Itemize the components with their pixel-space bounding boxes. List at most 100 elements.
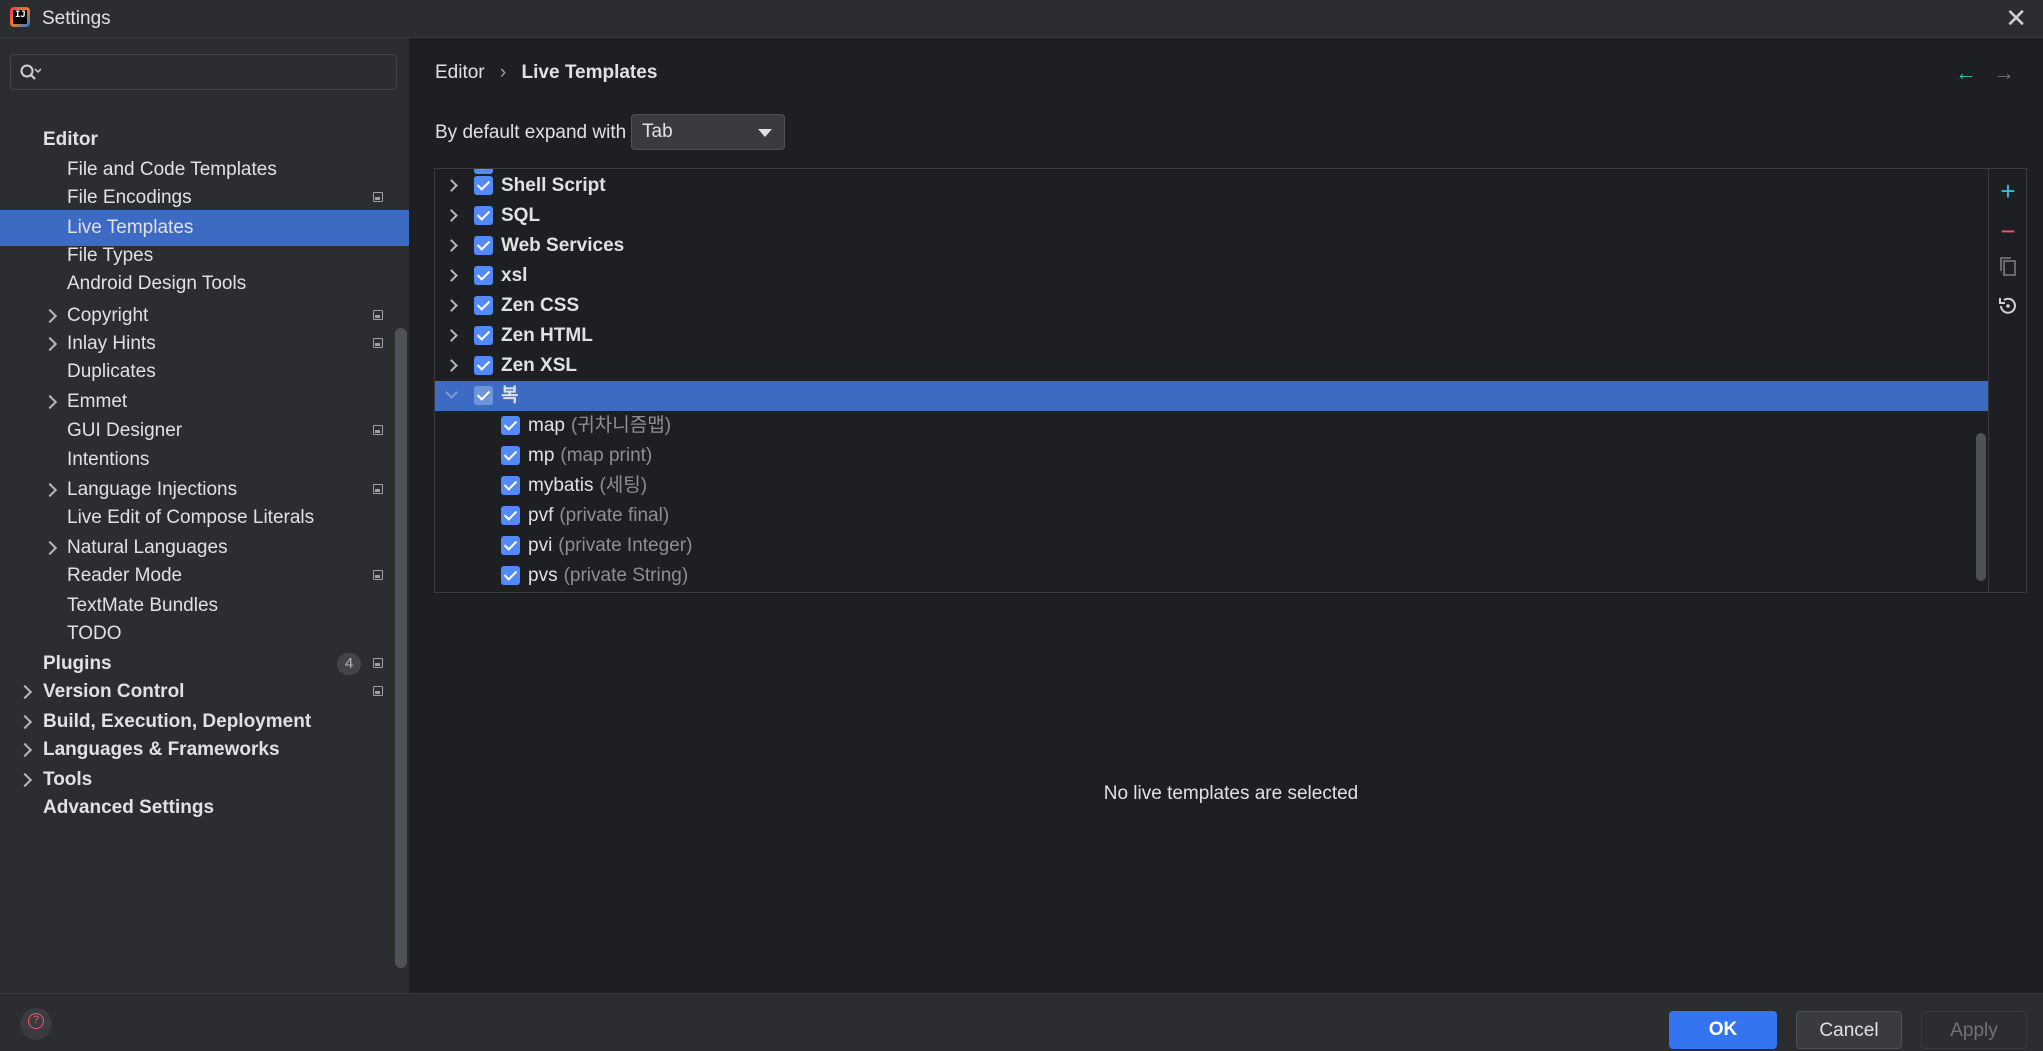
title-bar: IJ Settings ✕ <box>0 0 2043 38</box>
search-icon <box>20 64 41 80</box>
copy-icon[interactable] <box>1996 255 2020 279</box>
template-item-row[interactable]: pvs (private String) <box>435 561 1988 591</box>
template-abbreviation: pvs <box>528 565 558 586</box>
add-icon[interactable]: + <box>1996 178 2020 204</box>
group-checkbox[interactable] <box>474 296 493 315</box>
group-checkbox[interactable] <box>474 326 493 345</box>
chevron-down-icon[interactable] <box>445 386 458 399</box>
template-label: pvi (private Integer) <box>528 531 692 561</box>
dialog-footer: OK Cancel Apply <box>0 993 2043 1051</box>
template-group-row[interactable]: Zen CSS <box>435 291 1988 321</box>
remove-icon[interactable]: − <box>1996 218 2020 244</box>
group-checkbox[interactable] <box>474 266 493 285</box>
template-abbreviation: mybatis <box>528 475 594 496</box>
template-group-name: Zen HTML <box>501 325 593 346</box>
template-description: (세팅) <box>599 475 648 496</box>
template-checkbox[interactable] <box>501 446 520 465</box>
template-checkbox[interactable] <box>501 536 520 555</box>
template-abbreviation: map <box>528 415 565 436</box>
template-group-row[interactable]: Zen HTML <box>435 321 1988 351</box>
live-templates-tree: Shell Script SQL Web Services xsl Zen CSS Zen… <box>434 168 1989 593</box>
group-checkbox[interactable] <box>474 176 493 195</box>
template-checkbox[interactable] <box>501 416 520 435</box>
ok-button[interactable]: OK <box>1669 1011 1777 1049</box>
template-description: (private String) <box>563 565 689 586</box>
template-label: map (귀차니즘맵) <box>528 411 671 441</box>
chevron-right-icon[interactable] <box>445 239 458 252</box>
templates-scrollbar[interactable] <box>1976 433 1986 581</box>
sidebar-scrollbar[interactable] <box>395 328 407 968</box>
chevron-right-icon[interactable] <box>42 540 58 556</box>
template-group-row[interactable]: Web Services <box>435 231 1988 261</box>
restore-defaults-icon[interactable] <box>1996 295 2020 319</box>
template-group-row[interactable]: Zen XSL <box>435 351 1988 381</box>
template-group-row[interactable]: Shell Script <box>435 171 1988 201</box>
template-group-row[interactable]: xsl <box>435 261 1988 291</box>
back-arrow-icon[interactable]: ← <box>1955 60 1977 86</box>
template-label: pvf (private final) <box>528 501 669 531</box>
chevron-right-icon[interactable] <box>17 772 33 788</box>
template-item-row[interactable]: mp (map print) <box>435 441 1988 471</box>
forward-arrow-icon[interactable]: → <box>1993 60 2015 86</box>
group-checkbox[interactable] <box>474 206 493 225</box>
cancel-button[interactable]: Cancel <box>1796 1011 1902 1049</box>
template-group-name: 복 <box>501 385 519 406</box>
breadcrumb-parent[interactable]: Editor <box>435 62 485 83</box>
chevron-right-icon[interactable] <box>42 482 58 498</box>
template-item-row[interactable]: map (귀차니즘맵) <box>435 411 1988 441</box>
template-checkbox[interactable] <box>501 506 520 525</box>
template-checkbox[interactable] <box>501 476 520 495</box>
expand-with-dropdown[interactable]: Tab <box>631 114 785 150</box>
chevron-right-icon[interactable] <box>17 742 33 758</box>
help-icon[interactable] <box>20 1008 52 1040</box>
search-input[interactable] <box>10 54 397 90</box>
project-level-icon <box>373 658 383 668</box>
group-checkbox[interactable] <box>474 356 493 375</box>
chevron-right-icon[interactable] <box>445 359 458 372</box>
sidebar-item-android-design-tools[interactable]: Android Design Tools <box>0 266 409 302</box>
template-abbreviation: pvi <box>528 535 553 556</box>
expand-with-value: Tab <box>642 121 673 142</box>
settings-sidebar: Editor File and Code Templates File Encodi… <box>0 38 409 993</box>
template-item-row[interactable]: mybatis (세팅) <box>435 471 1988 501</box>
chevron-right-icon[interactable] <box>17 684 33 700</box>
template-item-row[interactable]: pvi (private Integer) <box>435 531 1988 561</box>
chevron-right-icon[interactable] <box>42 394 58 410</box>
project-level-icon <box>373 192 383 202</box>
chevron-right-icon[interactable] <box>445 299 458 312</box>
templates-toolbar: + − <box>1989 168 2027 593</box>
template-label: mp (map print) <box>528 441 652 471</box>
close-icon[interactable]: ✕ <box>2005 3 2027 34</box>
sidebar-item-advanced-settings[interactable]: Advanced Settings <box>0 790 409 826</box>
chevron-right-icon[interactable] <box>445 269 458 282</box>
sidebar-item-label: Android Design Tools <box>67 273 247 294</box>
project-level-icon <box>373 310 383 320</box>
chevron-right-icon[interactable] <box>445 209 458 222</box>
template-group-name: Zen CSS <box>501 295 580 316</box>
breadcrumb: Editor › Live Templates <box>435 62 657 84</box>
apply-button[interactable]: Apply <box>1921 1011 2027 1049</box>
template-group-row[interactable]: 복 <box>435 381 1988 411</box>
template-group-name: Zen XSL <box>501 355 578 376</box>
template-group-name: Shell Script <box>501 175 606 196</box>
template-label: pvs (private String) <box>528 561 688 591</box>
template-item-row[interactable]: pvf (private final) <box>435 501 1988 531</box>
chevron-right-icon[interactable] <box>42 308 58 324</box>
chevron-right-icon[interactable] <box>42 336 58 352</box>
template-description: (private final) <box>559 505 670 526</box>
chevron-right-icon[interactable] <box>445 329 458 342</box>
window-title: Settings <box>42 8 111 29</box>
chevron-right-icon[interactable] <box>445 179 458 192</box>
template-group-name: Web Services <box>501 235 625 256</box>
project-level-icon <box>373 425 383 435</box>
template-group-row[interactable]: SQL <box>435 201 1988 231</box>
template-checkbox[interactable] <box>501 566 520 585</box>
group-checkbox[interactable] <box>474 386 493 405</box>
project-level-icon <box>373 570 383 580</box>
breadcrumb-separator-icon: › <box>499 62 507 83</box>
group-checkbox[interactable] <box>474 236 493 255</box>
project-level-icon <box>373 338 383 348</box>
chevron-right-icon[interactable] <box>17 714 33 730</box>
dropdown-arrow-icon <box>758 129 772 137</box>
expand-with-label: By default expand with <box>435 122 627 143</box>
